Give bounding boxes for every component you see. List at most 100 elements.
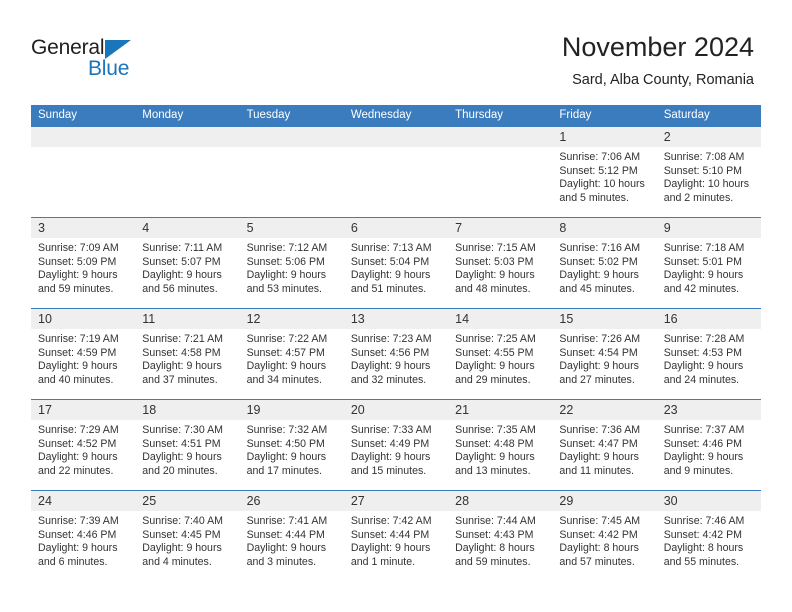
- sunset-text: Sunset: 5:09 PM: [38, 255, 117, 268]
- sunset-text: Sunset: 5:02 PM: [559, 255, 638, 268]
- daylight-text-line1: Daylight: 9 hours: [142, 269, 222, 282]
- day-number: 16: [656, 309, 761, 329]
- calendar-cell: 1 Sunrise: 7:06 AM Sunset: 5:12 PM Daylight…: [552, 127, 657, 218]
- daylight-text-line2: and 2 minutes.: [663, 191, 734, 204]
- day-number: 18: [135, 400, 240, 420]
- calendar-cell: 6 Sunrise: 7:13 AM Sunset: 5:04 PM Daylight…: [343, 217, 449, 309]
- calendar-day[interactable]: 12 Sunrise: 7:22 AM Sunset: 4:57 PM Dayligh…: [239, 309, 344, 399]
- daylight-text-line1: Daylight: 10 hours: [559, 178, 645, 191]
- daylight-text-line2: and 32 minutes.: [350, 373, 427, 386]
- sunrise-text: Sunrise: 7:16 AM: [559, 242, 641, 254]
- day-number: 26: [239, 491, 344, 511]
- sunset-text: Sunset: 4:45 PM: [142, 528, 221, 541]
- calendar-cell: 4 Sunrise: 7:11 AM Sunset: 5:07 PM Daylight…: [135, 217, 240, 309]
- daylight-text-line2: and 9 minutes.: [663, 464, 734, 477]
- calendar-day[interactable]: 29 Sunrise: 7:45 AM Sunset: 4:42 PM Dayligh…: [552, 491, 657, 581]
- day-details: Sunrise: 7:21 AM Sunset: 4:58 PM Daylight:…: [135, 329, 239, 387]
- weekday-header-thursday: Thursday: [448, 105, 553, 127]
- daylight-text-line2: and 48 minutes.: [455, 282, 531, 295]
- calendar-cell: 24 Sunrise: 7:39 AM Sunset: 4:46 PM Dayligh…: [31, 490, 136, 581]
- daylight-text-line1: Daylight: 9 hours: [38, 542, 118, 555]
- calendar-day[interactable]: 27 Sunrise: 7:42 AM Sunset: 4:44 PM Dayligh…: [343, 491, 449, 581]
- calendar-day[interactable]: 7 Sunrise: 7:15 AM Sunset: 5:03 PM Daylight…: [448, 218, 553, 308]
- calendar-day[interactable]: 10 Sunrise: 7:19 AM Sunset: 4:59 PM Dayligh…: [31, 309, 136, 399]
- calendar-day[interactable]: 11 Sunrise: 7:21 AM Sunset: 4:58 PM Dayligh…: [135, 309, 240, 399]
- calendar-day[interactable]: 25 Sunrise: 7:40 AM Sunset: 4:45 PM Dayligh…: [135, 491, 240, 581]
- sunset-text: Sunset: 4:58 PM: [142, 346, 221, 359]
- calendar-day[interactable]: 1 Sunrise: 7:06 AM Sunset: 5:12 PM Daylight…: [552, 127, 657, 217]
- calendar-day[interactable]: 16 Sunrise: 7:28 AM Sunset: 4:53 PM Dayligh…: [656, 309, 761, 399]
- calendar-day[interactable]: 3 Sunrise: 7:09 AM Sunset: 5:09 PM Daylight…: [31, 218, 136, 308]
- sunset-text: Sunset: 4:51 PM: [142, 437, 221, 450]
- calendar-day[interactable]: 17 Sunrise: 7:29 AM Sunset: 4:52 PM Dayligh…: [31, 400, 136, 490]
- calendar-day[interactable]: 20 Sunrise: 7:33 AM Sunset: 4:49 PM Dayligh…: [343, 400, 449, 490]
- day-details: Sunrise: 7:37 AM Sunset: 4:46 PM Daylight:…: [657, 420, 761, 478]
- calendar-cell: 14 Sunrise: 7:25 AM Sunset: 4:55 PM Dayligh…: [448, 308, 553, 400]
- day-details: Sunrise: 7:28 AM Sunset: 4:53 PM Daylight:…: [657, 329, 761, 387]
- calendar-day[interactable]: 22 Sunrise: 7:36 AM Sunset: 4:47 PM Dayligh…: [552, 400, 657, 490]
- sunrise-text: Sunrise: 7:35 AM: [455, 424, 536, 436]
- title-block: November 2024 Sard, Alba County, Romania: [562, 31, 754, 89]
- calendar-day[interactable]: 24 Sunrise: 7:39 AM Sunset: 4:46 PM Dayligh…: [31, 491, 136, 581]
- sunset-text: Sunset: 4:46 PM: [663, 437, 743, 450]
- day-details: Sunrise: 7:40 AM Sunset: 4:45 PM Daylight:…: [135, 511, 239, 569]
- calendar-day[interactable]: 30 Sunrise: 7:46 AM Sunset: 4:42 PM Dayligh…: [656, 491, 761, 581]
- daylight-text-line1: Daylight: 8 hours: [559, 542, 639, 555]
- calendar-day[interactable]: 23 Sunrise: 7:37 AM Sunset: 4:46 PM Dayligh…: [656, 400, 761, 490]
- weekday-header-sunday: Sunday: [31, 105, 136, 127]
- day-details: Sunrise: 7:33 AM Sunset: 4:49 PM Daylight:…: [344, 420, 448, 478]
- daylight-text-line2: and 6 minutes.: [38, 555, 108, 568]
- calendar-day[interactable]: 9 Sunrise: 7:18 AM Sunset: 5:01 PM Daylight…: [656, 218, 761, 308]
- calendar-day[interactable]: 2 Sunrise: 7:08 AM Sunset: 5:10 PM Daylight…: [656, 127, 761, 217]
- daylight-text-line2: and 1 minute.: [350, 555, 416, 568]
- sunset-text: Sunset: 4:42 PM: [663, 528, 743, 541]
- calendar-day[interactable]: 26 Sunrise: 7:41 AM Sunset: 4:44 PM Dayligh…: [239, 491, 344, 581]
- day-details: Sunrise: 7:45 AM Sunset: 4:42 PM Daylight:…: [552, 511, 656, 569]
- sunrise-text: Sunrise: 7:45 AM: [559, 515, 641, 527]
- calendar-cell: 3 Sunrise: 7:09 AM Sunset: 5:09 PM Daylight…: [31, 217, 136, 309]
- day-number: 6: [343, 218, 449, 238]
- daylight-text-line1: Daylight: 9 hours: [663, 269, 744, 282]
- weekday-header-tuesday: Tuesday: [239, 105, 344, 127]
- daylight-text-line1: Daylight: 9 hours: [559, 451, 639, 464]
- calendar-cell: [343, 127, 449, 218]
- daylight-text-line1: Daylight: 9 hours: [350, 451, 431, 464]
- sunset-text: Sunset: 4:56 PM: [350, 346, 430, 359]
- calendar-day[interactable]: 4 Sunrise: 7:11 AM Sunset: 5:07 PM Daylight…: [135, 218, 240, 308]
- sunset-text: Sunset: 4:47 PM: [559, 437, 638, 450]
- sunset-text: Sunset: 4:54 PM: [559, 346, 638, 359]
- daylight-text-line2: and 42 minutes.: [663, 282, 740, 295]
- calendar-day[interactable]: 15 Sunrise: 7:26 AM Sunset: 4:54 PM Dayligh…: [552, 309, 657, 399]
- day-number: 11: [135, 309, 240, 329]
- calendar-day[interactable]: 13 Sunrise: 7:23 AM Sunset: 4:56 PM Dayligh…: [343, 309, 449, 399]
- calendar-day[interactable]: 21 Sunrise: 7:35 AM Sunset: 4:48 PM Dayligh…: [448, 400, 553, 490]
- calendar-day[interactable]: 19 Sunrise: 7:32 AM Sunset: 4:50 PM Dayligh…: [239, 400, 344, 490]
- sunrise-text: Sunrise: 7:41 AM: [246, 515, 328, 527]
- calendar-day[interactable]: 5 Sunrise: 7:12 AM Sunset: 5:06 PM Daylight…: [239, 218, 344, 308]
- calendar-day[interactable]: 28 Sunrise: 7:44 AM Sunset: 4:43 PM Dayligh…: [448, 491, 553, 581]
- calendar-day[interactable]: 6 Sunrise: 7:13 AM Sunset: 5:04 PM Daylight…: [343, 218, 449, 308]
- calendar-day[interactable]: 18 Sunrise: 7:30 AM Sunset: 4:51 PM Dayligh…: [135, 400, 240, 490]
- calendar-day[interactable]: 8 Sunrise: 7:16 AM Sunset: 5:02 PM Daylight…: [552, 218, 657, 308]
- daylight-text-line1: Daylight: 9 hours: [142, 542, 222, 555]
- day-number: 28: [448, 491, 553, 511]
- calendar-cell: 16 Sunrise: 7:28 AM Sunset: 4:53 PM Dayligh…: [656, 308, 761, 400]
- day-number: 1: [552, 127, 657, 147]
- calendar-day[interactable]: 14 Sunrise: 7:25 AM Sunset: 4:55 PM Dayligh…: [448, 309, 553, 399]
- day-details: Sunrise: 7:39 AM Sunset: 4:46 PM Daylight:…: [31, 511, 135, 569]
- general-blue-logo[interactable]: General Blue: [31, 36, 161, 84]
- calendar-cell: 23 Sunrise: 7:37 AM Sunset: 4:46 PM Dayligh…: [656, 399, 761, 491]
- sunrise-text: Sunrise: 7:08 AM: [663, 151, 745, 163]
- day-number: 17: [31, 400, 136, 420]
- day-details: Sunrise: 7:08 AM Sunset: 5:10 PM Daylight:…: [657, 147, 761, 205]
- sunrise-text: Sunrise: 7:21 AM: [142, 333, 223, 345]
- sunrise-text: Sunrise: 7:22 AM: [246, 333, 328, 345]
- daylight-text-line2: and 13 minutes.: [455, 464, 531, 477]
- daylight-text-line2: and 4 minutes.: [142, 555, 212, 568]
- daylight-text-line1: Daylight: 9 hours: [246, 451, 327, 464]
- day-details: Sunrise: 7:29 AM Sunset: 4:52 PM Daylight:…: [31, 420, 135, 478]
- day-details: Sunrise: 7:44 AM Sunset: 4:43 PM Daylight:…: [448, 511, 552, 569]
- calendar-cell: 28 Sunrise: 7:44 AM Sunset: 4:43 PM Dayligh…: [448, 490, 553, 581]
- day-number: [448, 127, 553, 147]
- calendar-day-empty: [135, 127, 240, 217]
